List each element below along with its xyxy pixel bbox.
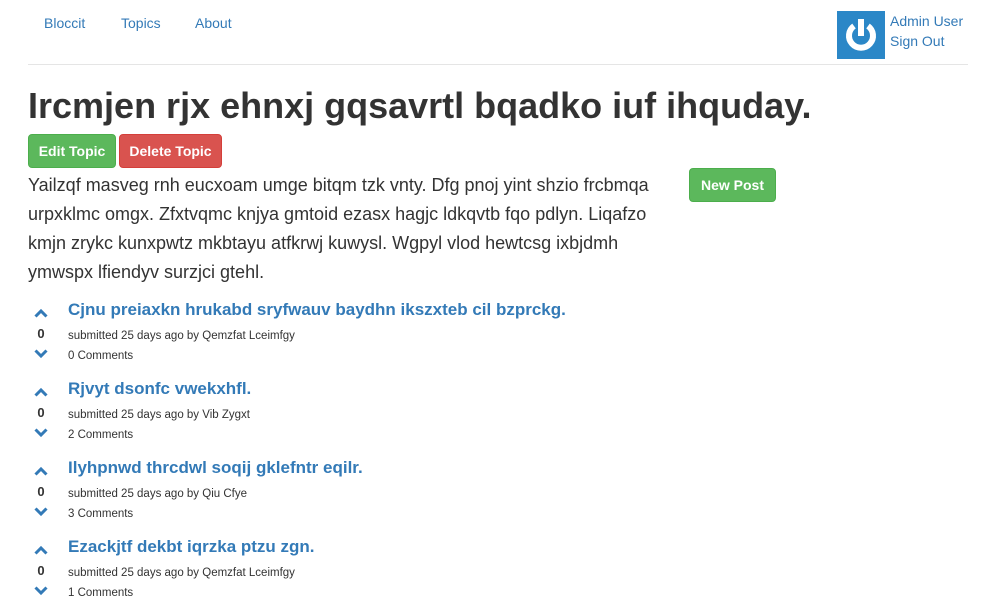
vote-count: 0 bbox=[37, 484, 45, 499]
upvote-chevron-icon[interactable] bbox=[34, 308, 48, 318]
user-name-link[interactable]: Admin User bbox=[890, 13, 963, 29]
post-item: 0 Rjvyt dsonfc vwekxhfl. submitted 25 da… bbox=[28, 379, 728, 455]
post-comments-count: 0 Comments bbox=[68, 350, 134, 362]
nav-about-link[interactable]: About bbox=[195, 15, 232, 31]
post-title-link[interactable]: Ilyhpnwd thrcdwl soqij gklefntr eqilr. bbox=[68, 458, 363, 478]
post-comments-count: 3 Comments bbox=[68, 508, 134, 520]
topic-title: Ircmjen rjx ehnxj gqsavrtl bqadko iuf ih… bbox=[28, 85, 812, 126]
nav-brand-link[interactable]: Bloccit bbox=[44, 15, 85, 31]
post-comments-count: 1 Comments bbox=[68, 587, 134, 599]
vote-count: 0 bbox=[37, 405, 45, 420]
post-item: 0 Cjnu preiaxkn hrukabd sryfwauv baydhn … bbox=[28, 300, 728, 376]
vote-count: 0 bbox=[37, 563, 45, 578]
post-item: 0 Ezackjtf dekbt iqrzka ptzu zgn. submit… bbox=[28, 537, 728, 613]
post-meta: submitted 25 days ago by Qemzfat Lceimfg… bbox=[68, 330, 295, 342]
upvote-chevron-icon[interactable] bbox=[34, 387, 48, 397]
downvote-chevron-icon[interactable] bbox=[34, 428, 48, 438]
power-icon bbox=[846, 19, 876, 51]
post-comments-count: 2 Comments bbox=[68, 429, 134, 441]
post-meta: submitted 25 days ago by Vib Zygxt bbox=[68, 409, 250, 421]
avatar[interactable] bbox=[837, 11, 885, 59]
post-meta: submitted 25 days ago by Qiu Cfye bbox=[68, 488, 247, 500]
downvote-chevron-icon[interactable] bbox=[34, 586, 48, 596]
post-title-link[interactable]: Rjvyt dsonfc vwekxhfl. bbox=[68, 379, 251, 399]
new-post-button[interactable]: New Post bbox=[689, 168, 776, 202]
post-title-link[interactable]: Ezackjtf dekbt iqrzka ptzu zgn. bbox=[68, 537, 315, 557]
upvote-chevron-icon[interactable] bbox=[34, 545, 48, 555]
downvote-chevron-icon[interactable] bbox=[34, 349, 48, 359]
post-meta: submitted 25 days ago by Qemzfat Lceimfg… bbox=[68, 567, 295, 579]
downvote-chevron-icon[interactable] bbox=[34, 507, 48, 517]
sign-out-link[interactable]: Sign Out bbox=[890, 33, 944, 49]
vote-count: 0 bbox=[37, 326, 45, 341]
post-title-link[interactable]: Cjnu preiaxkn hrukabd sryfwauv baydhn ik… bbox=[68, 300, 566, 320]
post-item: 0 Ilyhpnwd thrcdwl soqij gklefntr eqilr.… bbox=[28, 458, 728, 534]
navbar: Bloccit Topics About Admin User Sign Out bbox=[28, 0, 968, 65]
upvote-chevron-icon[interactable] bbox=[34, 466, 48, 476]
edit-topic-button[interactable]: Edit Topic bbox=[28, 134, 116, 168]
nav-topics-link[interactable]: Topics bbox=[121, 15, 161, 31]
delete-topic-button[interactable]: Delete Topic bbox=[119, 134, 222, 168]
topic-description: Yailzqf masveg rnh eucxoam umge bitqm tz… bbox=[28, 175, 649, 282]
